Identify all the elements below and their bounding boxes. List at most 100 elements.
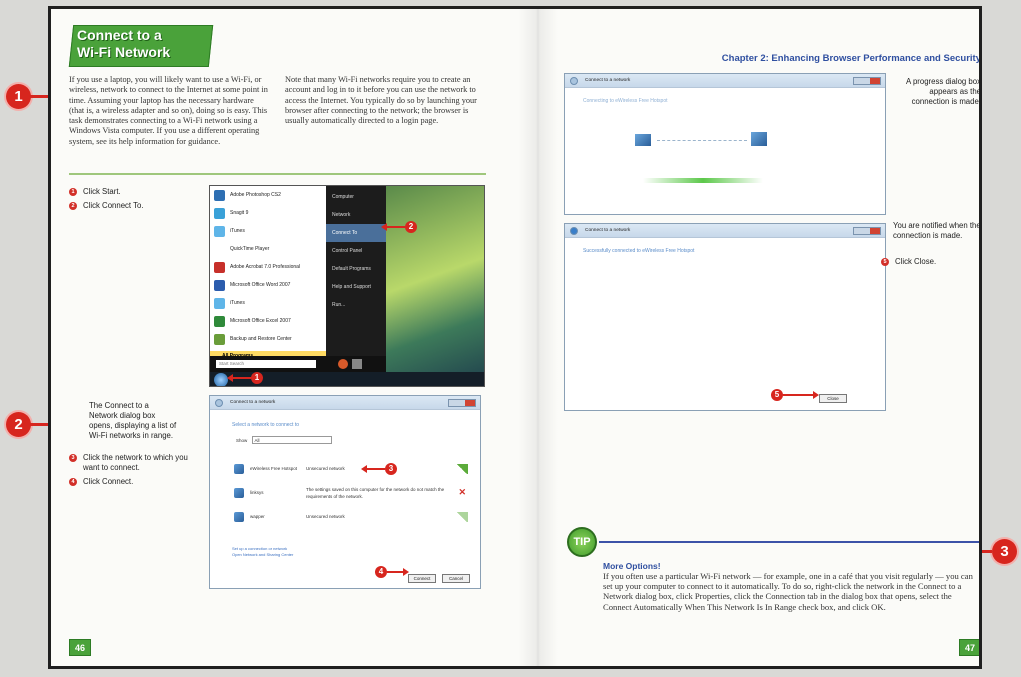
itunes-icon: [214, 226, 225, 237]
callout-4: 4: [375, 566, 409, 578]
tip-heading: More Options!: [603, 561, 661, 571]
back-arrow-icon[interactable]: [570, 77, 578, 85]
connect-dialog-heading: Select a network to connect to: [232, 422, 299, 428]
start-orb-icon[interactable]: [214, 373, 228, 386]
book-spread: Connect to a Wi-Fi Network If you use a …: [48, 6, 982, 669]
close-button[interactable]: Close: [819, 394, 847, 403]
progress-dialog-titlebar: Connect to a network: [565, 74, 885, 88]
program-item[interactable]: iTunes: [210, 294, 326, 312]
network-row[interactable]: eWireless Free Hotspot Unsecured network: [234, 460, 474, 478]
network-globe-icon: [751, 132, 767, 146]
big-callout-2: 2: [6, 412, 31, 437]
step-4-number: 4: [69, 478, 77, 486]
step-1-number: 1: [69, 188, 77, 196]
tip-rule: [599, 541, 979, 543]
program-item[interactable]: Adobe Acrobat 7.0 Professional: [210, 258, 326, 276]
network-center-link[interactable]: Open Network and Sharing Center: [232, 552, 293, 558]
menu-item-control-panel[interactable]: Control Panel: [326, 242, 386, 260]
error-x-icon: ✕: [458, 487, 466, 497]
section-divider: [69, 173, 486, 175]
dialog-links: Set up a connection or network Open Netw…: [232, 546, 293, 558]
connect-dialog: Connect to a network Select a network to…: [209, 395, 481, 589]
menu-item-help[interactable]: Help and Support: [326, 278, 386, 296]
network-row[interactable]: wapper Unsecured network: [234, 508, 474, 526]
step-2: 2 Click Connect To.: [69, 201, 199, 211]
window-controls[interactable]: [448, 399, 476, 407]
back-arrow-icon[interactable]: [570, 227, 578, 235]
backup-icon: [214, 334, 225, 345]
network-icon: [234, 488, 244, 498]
callout-5: 5: [771, 389, 819, 401]
signal-strength-icon: [456, 464, 468, 474]
connection-line: [657, 140, 747, 141]
window-controls[interactable]: [853, 77, 881, 85]
program-item[interactable]: Snagit 9: [210, 204, 326, 222]
menu-item-network[interactable]: Network: [326, 206, 386, 224]
step-1-text: Click Start.: [83, 187, 121, 196]
step-4-text: Click Connect.: [83, 477, 134, 486]
show-filter: Show All: [236, 436, 332, 444]
start-search-input[interactable]: Start Search: [216, 360, 316, 368]
progress-message: Connecting to eWireless Free Hotspot: [583, 98, 668, 104]
progress-bar: [643, 178, 763, 183]
menu-item-connect-to[interactable]: Connect To: [326, 224, 386, 242]
word-icon: [214, 280, 225, 291]
program-item[interactable]: iTunes: [210, 222, 326, 240]
network-icon: [234, 464, 244, 474]
page-number-right: 47: [959, 639, 979, 656]
itunes-icon: [214, 298, 225, 309]
callout-3: 3: [361, 463, 397, 475]
program-item[interactable]: Microsoft Office Excel 2007: [210, 312, 326, 330]
step-3-number: 3: [69, 454, 77, 462]
acrobat-icon: [214, 262, 225, 273]
step-2-number: 2: [69, 202, 77, 210]
power-icon[interactable]: [338, 359, 348, 369]
success-dialog: Connect to a network Successfully connec…: [564, 223, 886, 411]
start-menu-screenshot: Adobe Photoshop CS2 Snagit 9 iTunes Quic…: [209, 185, 485, 387]
step-5-text: Click Close.: [895, 257, 937, 266]
intro-column-1: If you use a laptop, you will likely wan…: [69, 75, 268, 146]
big-callout-3: 3: [992, 539, 1017, 564]
back-arrow-icon[interactable]: [215, 399, 223, 407]
success-dialog-titlebar: Connect to a network: [565, 224, 885, 238]
tip-badge: TIP: [567, 527, 597, 557]
page-number-left: 46: [69, 639, 91, 656]
step-5-number: 5: [881, 258, 889, 266]
network-row[interactable]: linksys The settings saved on this comput…: [234, 484, 474, 502]
connect-dialog-titlebar: Connect to a network: [210, 396, 480, 410]
start-menu-places: Computer Network Connect To Control Pane…: [326, 186, 386, 356]
desktop-wallpaper: [386, 186, 484, 386]
steps-group-b: 3 Click the network to which you want to …: [69, 453, 189, 487]
start-menu-programs: Adobe Photoshop CS2 Snagit 9 iTunes Quic…: [210, 186, 326, 356]
cancel-button[interactable]: Cancel: [442, 574, 470, 583]
quicktime-icon: [214, 244, 225, 255]
signal-strength-icon: [456, 512, 468, 522]
title-line-2: Wi-Fi Network: [77, 44, 171, 60]
step-1: 1 Click Start.: [69, 187, 199, 197]
program-item[interactable]: Backup and Restore Center: [210, 330, 326, 348]
lock-icon[interactable]: [352, 359, 362, 369]
title-line-1: Connect to a: [77, 27, 162, 43]
computer-icon: [635, 134, 651, 146]
program-item[interactable]: Microsoft Office Word 2007: [210, 276, 326, 294]
menu-item-computer[interactable]: Computer: [326, 188, 386, 206]
callout-1: 1: [227, 372, 263, 384]
step-3: 3 Click the network to which you want to …: [69, 453, 189, 473]
big-callout-1: 1: [6, 84, 31, 109]
program-item[interactable]: Adobe Photoshop CS2: [210, 186, 326, 204]
snagit-icon: [214, 208, 225, 219]
step-4: 4 Click Connect.: [69, 477, 189, 487]
caption-progress: A progress dialog box appears as the con…: [906, 77, 981, 106]
program-item[interactable]: QuickTime Player: [210, 240, 326, 258]
step-3-text: Click the network to which you want to c…: [83, 453, 188, 472]
window-controls[interactable]: [853, 227, 881, 235]
tip-body: If you often use a particular Wi-Fi netw…: [603, 571, 973, 612]
connect-button[interactable]: Connect: [408, 574, 436, 583]
show-select[interactable]: All: [251, 436, 332, 444]
callout-2: 2: [381, 221, 417, 233]
photoshop-icon: [214, 190, 225, 201]
menu-item-run[interactable]: Run...: [326, 296, 386, 314]
page-gutter: [518, 9, 558, 666]
progress-dialog: Connect to a network Connecting to eWire…: [564, 73, 886, 215]
menu-item-default-programs[interactable]: Default Programs: [326, 260, 386, 278]
